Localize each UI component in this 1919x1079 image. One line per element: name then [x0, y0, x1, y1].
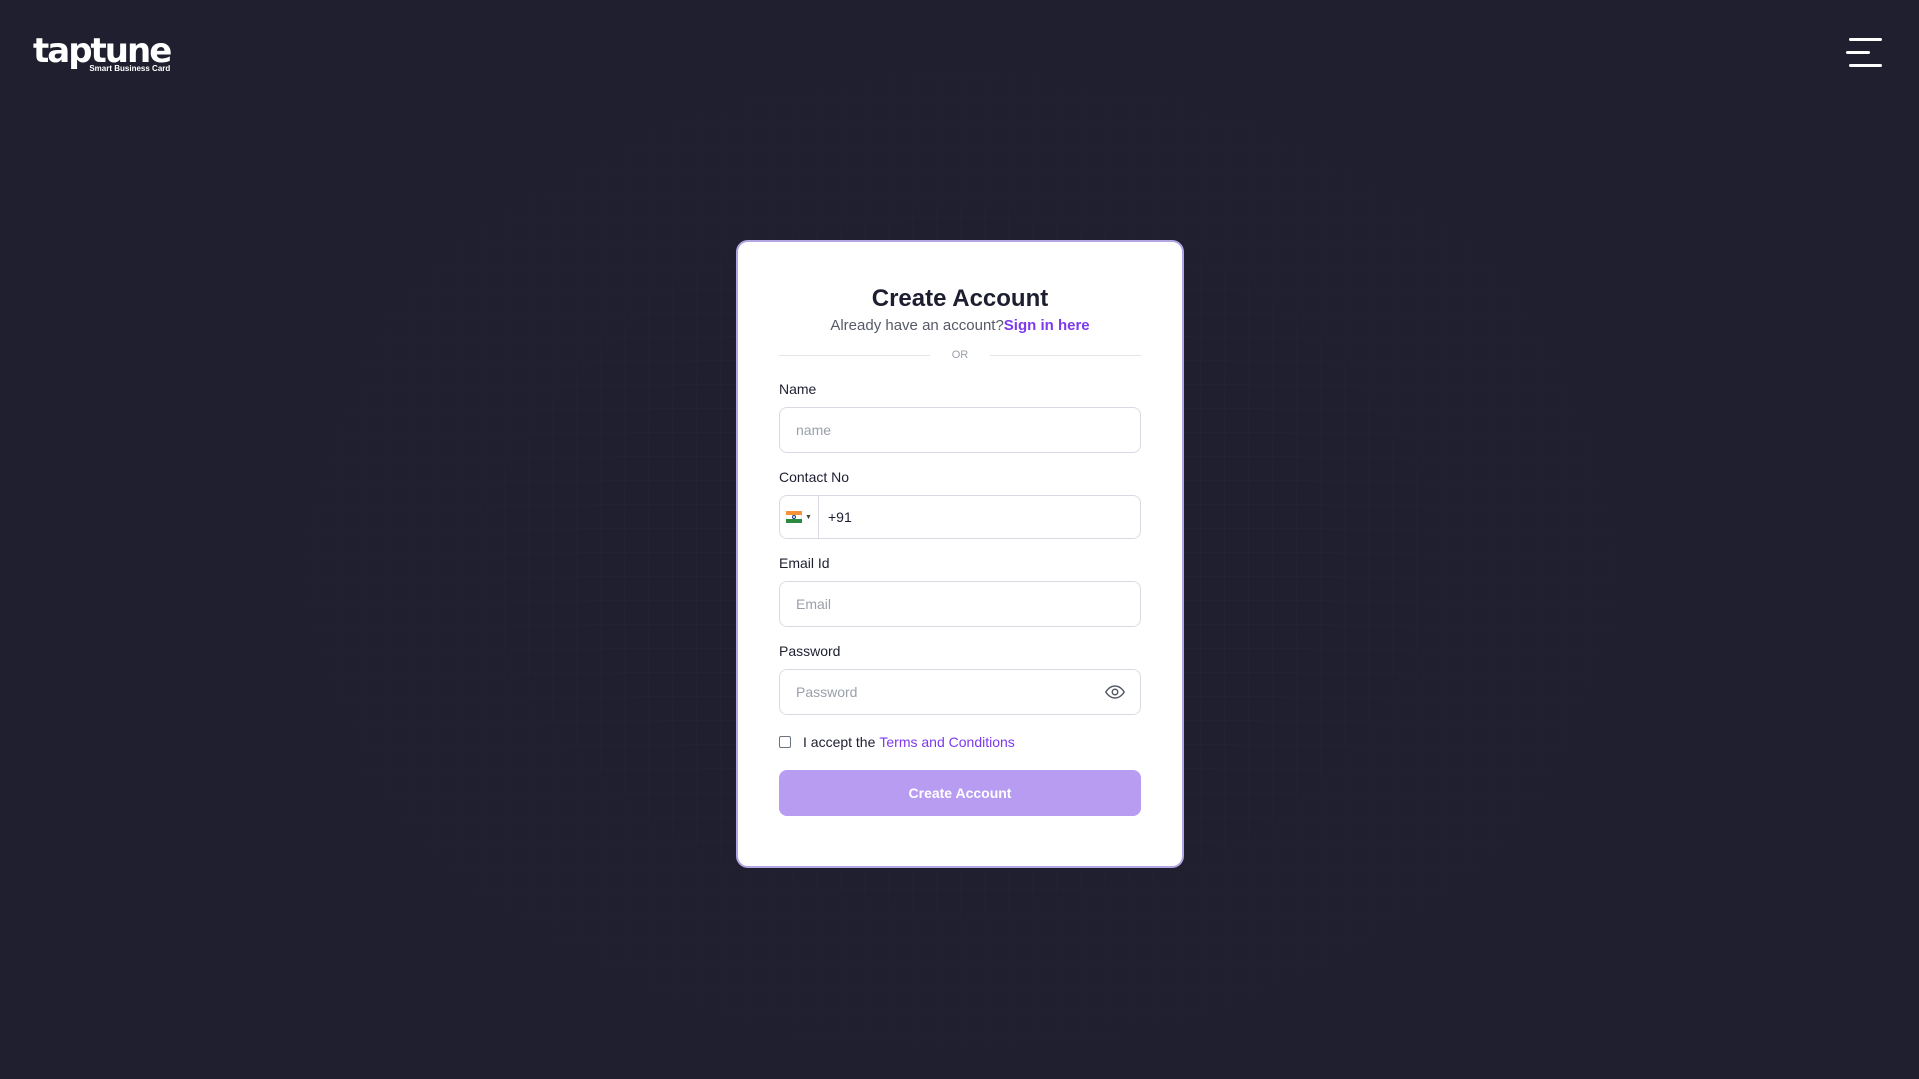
or-divider: OR	[779, 345, 1141, 365]
terms-prefix: I accept the	[803, 734, 876, 750]
contact-label: Contact No	[779, 469, 850, 485]
terms-checkbox[interactable]	[779, 736, 791, 748]
page-title: Create Account	[871, 285, 1049, 312]
name-input[interactable]: name	[779, 407, 1141, 453]
signin-link[interactable]: Sign in here	[1004, 317, 1090, 334]
email-placeholder: Email	[796, 596, 832, 612]
password-placeholder: Password	[796, 684, 858, 700]
divider-line-left	[779, 354, 930, 356]
hamburger-menu-icon[interactable]	[1846, 36, 1882, 70]
terms-link[interactable]: Terms and Conditions	[879, 734, 1014, 750]
divider-line-right	[990, 354, 1141, 356]
country-selector[interactable]: ▼	[780, 496, 819, 538]
caret-down-icon: ▼	[805, 513, 812, 521]
contact-input[interactable]: ▼ +91	[779, 495, 1141, 539]
logo-tagline: Smart Business Card	[89, 64, 171, 73]
signin-prompt-text: Already have an account?	[830, 317, 1004, 334]
divider-text: OR	[951, 349, 969, 361]
email-input[interactable]: Email	[779, 581, 1141, 627]
taptune-logo[interactable]: taptune Smart Business Card	[33, 32, 172, 73]
signin-prompt: Already have an account?Sign in here	[779, 315, 1141, 337]
create-account-button[interactable]: Create Account	[779, 770, 1141, 816]
password-input[interactable]: Password	[779, 669, 1141, 715]
name-label: Name	[779, 381, 817, 397]
phone-value: +91	[828, 509, 852, 525]
india-flag-icon	[786, 511, 803, 523]
password-label: Password	[779, 643, 841, 659]
email-label: Email Id	[779, 555, 830, 571]
eye-icon[interactable]	[1104, 681, 1126, 703]
name-placeholder: name	[796, 422, 832, 438]
terms-row: I accept the Terms and Conditions	[779, 732, 1141, 752]
create-account-card: Create Account Already have an account?S…	[736, 240, 1184, 868]
